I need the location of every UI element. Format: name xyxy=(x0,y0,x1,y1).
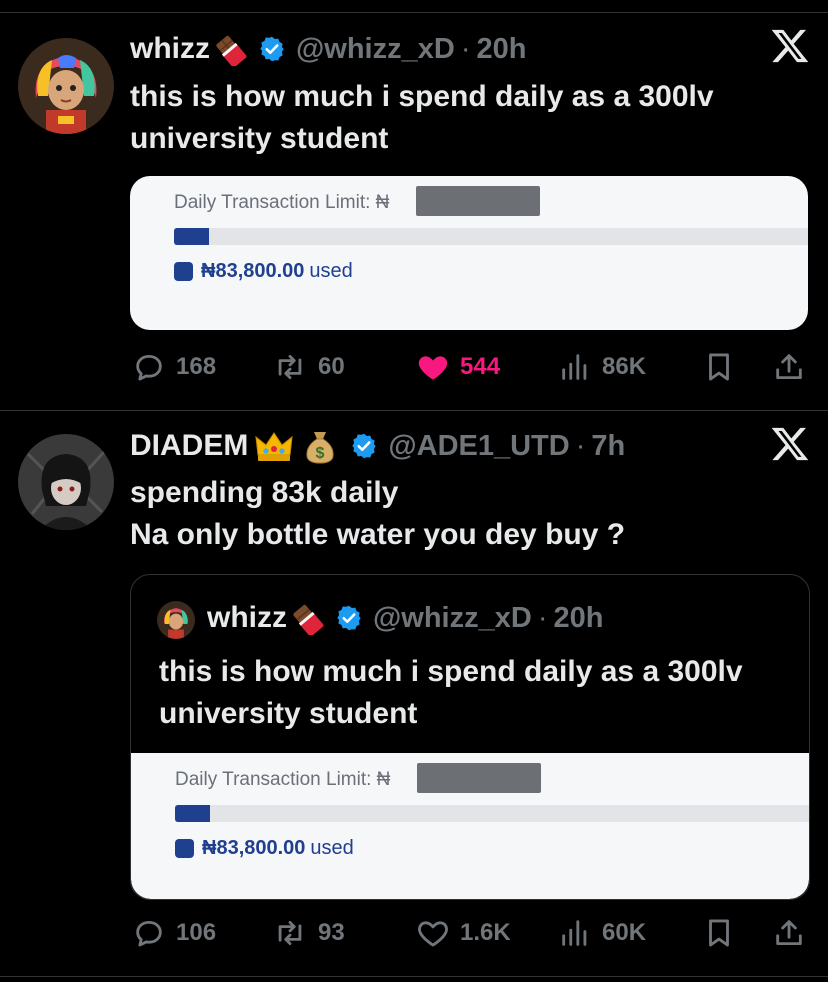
verified-badge-icon xyxy=(350,432,378,460)
tweet-header: whizz @whizz_xD · 20h xyxy=(130,32,526,66)
like-count: 544 xyxy=(460,353,501,380)
tweet-text: spending 83k daily Na only bottle water … xyxy=(130,472,625,556)
repost-button[interactable]: 60 xyxy=(272,350,345,384)
used-amount: ₦83,800.00 xyxy=(201,260,305,282)
verified-badge-icon xyxy=(258,35,286,63)
used-row: ₦83,800.00 used xyxy=(174,260,353,283)
heart-filled-icon xyxy=(418,356,448,380)
avatar[interactable] xyxy=(18,38,114,134)
tweet-text-line-1: spending 83k daily xyxy=(130,476,399,509)
used-row: ₦83,800.00 used xyxy=(175,837,354,860)
tweet-text-line-2: university student xyxy=(130,122,389,155)
heart-outline-icon xyxy=(418,921,448,947)
bottom-divider xyxy=(0,976,828,977)
like-count: 1.6K xyxy=(460,919,511,946)
quoted-media-card[interactable]: Daily Transaction Limit: ₦ ₦83,800.00 us… xyxy=(131,753,809,899)
timestamp[interactable]: 7h xyxy=(591,430,625,463)
crown-icon xyxy=(254,429,294,463)
quoted-tweet[interactable]: whizz @whizz_xD · 20h this is how much i… xyxy=(130,574,810,900)
separator: · xyxy=(537,601,548,634)
timestamp[interactable]: 20h xyxy=(476,33,526,66)
money-bag-icon: $ xyxy=(304,428,336,464)
tweet-header: DIADEM $ @ADE1_UTD · 7h xyxy=(130,428,625,464)
repost-icon xyxy=(278,354,302,380)
chocolate-bar-icon xyxy=(216,32,250,66)
svg-text:$: $ xyxy=(316,445,325,462)
share-icon xyxy=(776,920,802,946)
tweet-text-line-1: this is how much i spend daily as a 300l… xyxy=(130,80,714,113)
tweet-text-line-2: Na only bottle water you dey buy ? xyxy=(130,518,626,551)
top-divider xyxy=(0,12,828,13)
used-amount: ₦83,800.00 xyxy=(202,837,306,859)
bookmark-icon xyxy=(709,919,729,947)
quoted-timestamp: 20h xyxy=(553,601,604,634)
avatar-image xyxy=(18,38,114,134)
quoted-text: this is how much i spend daily as a 300l… xyxy=(159,651,743,735)
quoted-display-name: whizz xyxy=(207,601,287,634)
reply-count: 168 xyxy=(176,353,217,380)
reply-button[interactable]: 168 xyxy=(132,350,216,384)
share-icon xyxy=(776,354,802,380)
bookmark-button[interactable] xyxy=(702,916,746,950)
progress-fill xyxy=(174,228,209,245)
handle[interactable]: @whizz_xD xyxy=(296,33,455,66)
display-name[interactable]: whizz xyxy=(130,32,210,66)
bookmark-button[interactable] xyxy=(702,350,746,384)
progress-track xyxy=(175,805,809,822)
redacted-amount xyxy=(417,763,541,793)
views-button[interactable]: 86K xyxy=(558,350,646,384)
quoted-header: whizz @whizz_xD · 20h xyxy=(207,601,603,635)
progress-track xyxy=(174,228,808,245)
limit-label: Daily Transaction Limit: ₦ xyxy=(174,192,390,213)
separator: · xyxy=(575,429,586,462)
quoted-handle: @whizz_xD xyxy=(373,601,532,634)
separator: · xyxy=(460,32,471,65)
views-count: 86K xyxy=(602,353,647,380)
tweet-divider xyxy=(0,410,828,411)
used-word: used xyxy=(309,260,353,282)
bookmark-icon xyxy=(709,353,729,381)
x-logo-icon[interactable] xyxy=(770,424,810,475)
tweet-text: this is how much i spend daily as a 300l… xyxy=(130,76,714,160)
display-name[interactable]: DIADEM xyxy=(130,429,248,463)
chocolate-bar-icon xyxy=(293,601,327,635)
like-button[interactable]: 544 xyxy=(416,350,500,384)
repost-button[interactable]: 93 xyxy=(272,916,345,950)
views-count: 60K xyxy=(602,919,647,946)
progress-fill xyxy=(175,805,210,822)
repost-icon xyxy=(278,920,302,946)
x-logo-icon[interactable] xyxy=(770,26,810,77)
media-card[interactable]: Daily Transaction Limit: ₦ ₦83,800.00 us… xyxy=(130,176,808,330)
legend-square xyxy=(174,262,193,281)
views-icon xyxy=(562,354,587,380)
limit-label: Daily Transaction Limit: ₦ xyxy=(175,769,391,790)
redacted-amount xyxy=(416,186,540,216)
avatar-image xyxy=(18,434,114,530)
reply-button[interactable]: 106 xyxy=(132,916,216,950)
avatar[interactable] xyxy=(18,434,114,530)
legend-square xyxy=(175,839,194,858)
reply-icon xyxy=(136,354,162,381)
quoted-avatar xyxy=(157,601,195,639)
quoted-text-line-2: university student xyxy=(159,697,418,730)
views-icon xyxy=(562,920,587,946)
handle[interactable]: @ADE1_UTD xyxy=(388,430,569,463)
used-word: used xyxy=(310,837,354,859)
like-button[interactable]: 1.6K xyxy=(416,916,511,950)
verified-badge-icon xyxy=(335,604,363,632)
reply-count: 106 xyxy=(176,919,217,946)
views-button[interactable]: 60K xyxy=(558,916,646,950)
quoted-text-line-1: this is how much i spend daily as a 300l… xyxy=(159,655,743,688)
repost-count: 93 xyxy=(318,919,345,946)
share-button[interactable] xyxy=(772,350,816,384)
reply-icon xyxy=(136,920,162,947)
repost-count: 60 xyxy=(318,353,345,380)
share-button[interactable] xyxy=(772,916,816,950)
